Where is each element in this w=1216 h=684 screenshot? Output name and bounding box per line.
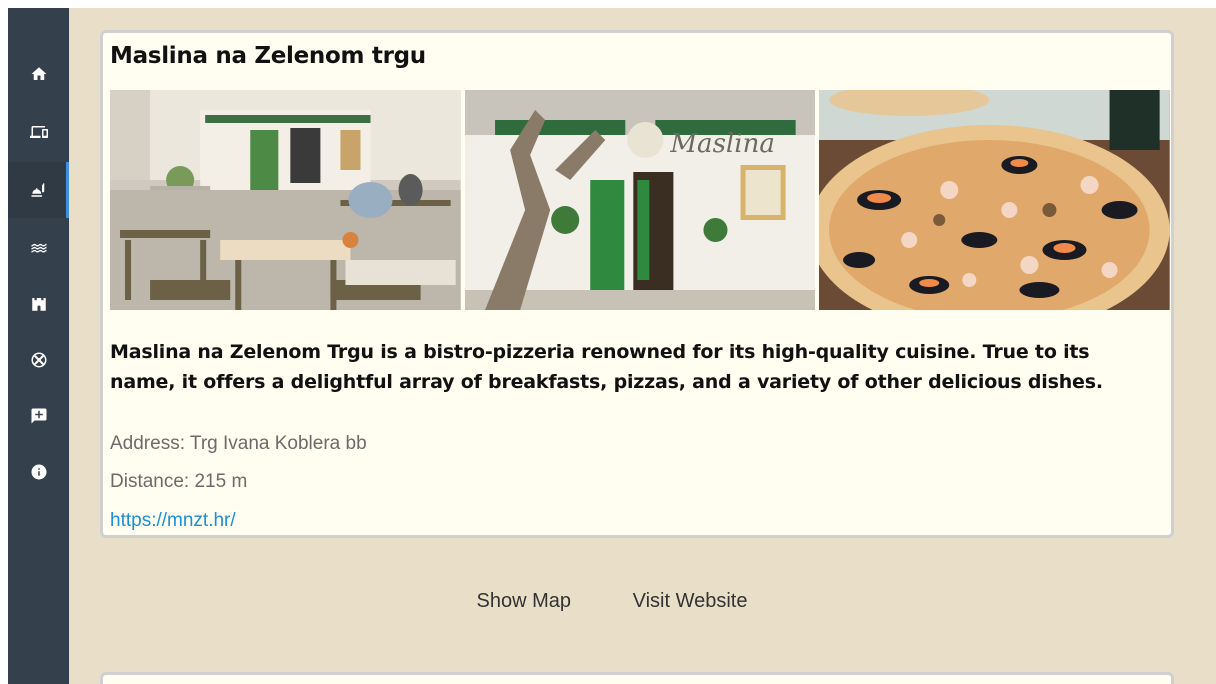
sidebar-item-food[interactable] [8,162,69,218]
restaurant-icon [31,183,44,197]
restaurant-title: Maslina na Zelenom trgu [110,43,426,69]
restaurant-website-link[interactable]: https://mnzt.hr/ [110,510,236,532]
seafood-pizza-photo[interactable] [819,90,1171,310]
info-icon [31,464,46,480]
restaurant-card: Maslina na Zelenom trgu Maslina Maslina … [100,30,1174,538]
sidebar-item-info[interactable] [8,444,69,500]
sidebar-item-beaches[interactable] [8,220,69,276]
sidebar-item-sports[interactable] [8,332,69,388]
photo-gallery: Maslina [110,90,1171,310]
castle-icon [31,298,46,311]
sidebar-item-sights[interactable] [8,276,69,332]
restaurant-facade-photo[interactable]: Maslina [464,90,816,310]
restaurant-address: Address: Trg Ivana Koblera bb [110,433,367,454]
feedback-icon [31,408,46,424]
devices-icon [29,126,48,138]
action-bar: Show Map Visit Website [8,590,1216,613]
outdoor-terrace-photo[interactable] [110,90,461,310]
sports-icon [31,352,46,368]
app-root: Maslina na Zelenom trgu Maslina Maslina … [8,8,1216,684]
sidebar-item-feedback[interactable] [8,388,69,444]
home-icon [31,67,46,80]
sidebar-item-devices[interactable] [8,104,69,160]
restaurant-distance: Distance: 215 m [110,471,248,492]
restaurant-description: Maslina na Zelenom Trgu is a bistro-pizz… [110,341,1103,393]
sidebar-item-home[interactable] [8,46,69,102]
waves-icon [31,243,46,253]
next-restaurant-card [100,672,1174,684]
show-map-button[interactable]: Show Map [477,590,572,613]
svg-text:Maslina: Maslina [669,129,775,159]
visit-website-button[interactable]: Visit Website [633,590,748,613]
sidebar [8,8,69,684]
